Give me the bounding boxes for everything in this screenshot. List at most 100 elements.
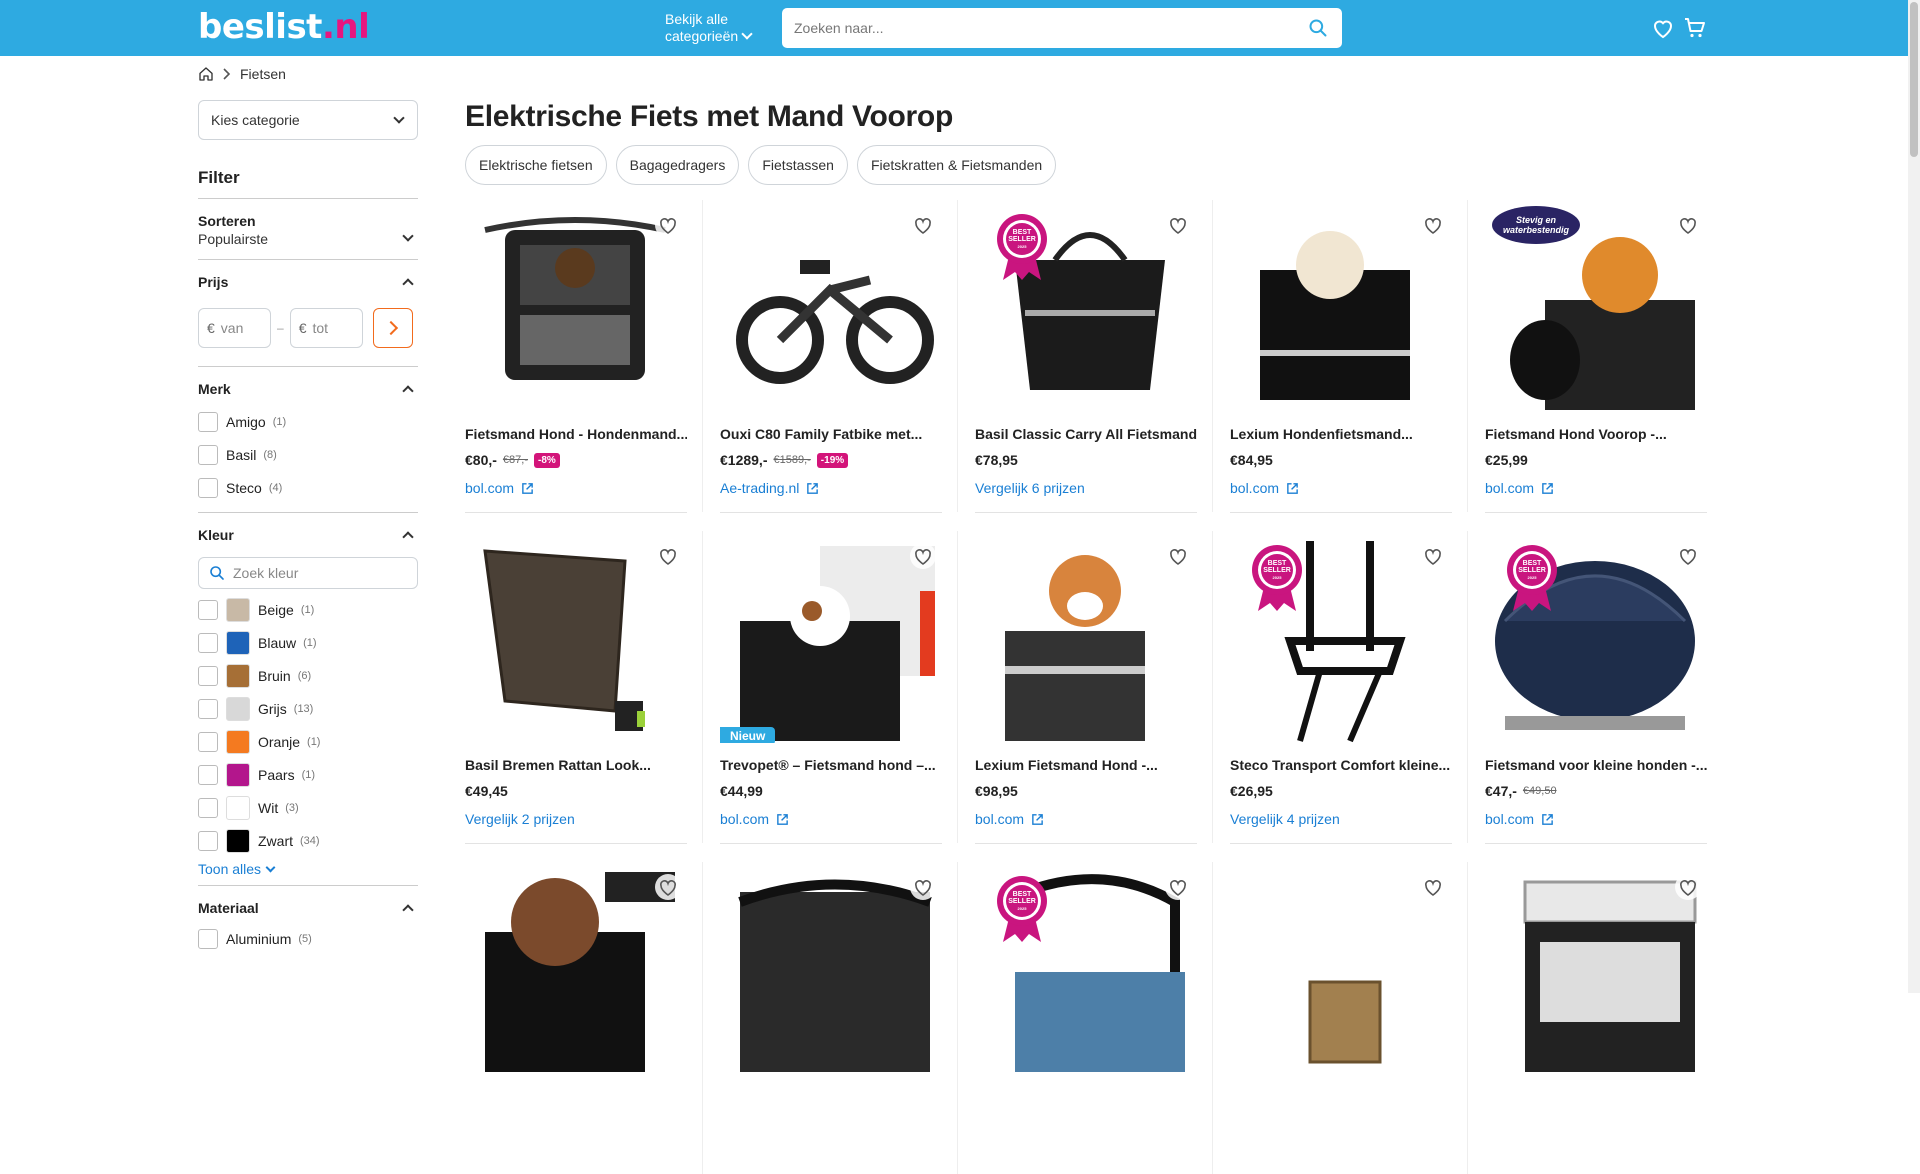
product-image[interactable]: Nieuw: [720, 531, 942, 743]
checkbox[interactable]: [198, 698, 218, 719]
product-name[interactable]: Fietsmand Hond - Hondenmand...: [465, 426, 687, 442]
color-option[interactable]: Blauw (1): [198, 626, 418, 659]
shop-link[interactable]: Vergelijk 2 prijzen: [465, 811, 575, 827]
show-all-colors-link[interactable]: Toon alles: [198, 861, 418, 877]
color-search-input[interactable]: Zoek kleur: [198, 557, 418, 589]
color-option[interactable]: Bruin (6): [198, 659, 418, 692]
shop-link[interactable]: bol.com: [1485, 811, 1554, 827]
heart-icon[interactable]: [910, 212, 936, 238]
product-name[interactable]: Basil Classic Carry All Fietsmand...: [975, 426, 1197, 442]
product-image[interactable]: BEST SELLER 2025: [975, 200, 1197, 412]
product-card[interactable]: [1230, 862, 1468, 1174]
all-categories-button[interactable]: Bekijk alle categorieën: [665, 11, 753, 45]
checkbox[interactable]: [198, 830, 218, 851]
sort-section[interactable]: Sorteren Populairste: [198, 199, 418, 260]
shop-link[interactable]: bol.com: [975, 811, 1044, 827]
product-name[interactable]: Fietsmand Hond Voorop -...: [1485, 426, 1707, 442]
product-card[interactable]: Nieuw Trevopet® – Fietsmand hond –... €44,…: [720, 531, 958, 844]
product-image[interactable]: [465, 862, 687, 1074]
material-header[interactable]: Materiaal: [198, 900, 418, 916]
brand-option[interactable]: Basil (8): [198, 438, 418, 471]
brand-option[interactable]: Amigo (1): [198, 405, 418, 438]
heart-icon[interactable]: [910, 543, 936, 569]
brand-header[interactable]: Merk: [198, 381, 418, 397]
category-chip[interactable]: Fietstassen: [748, 145, 848, 185]
product-card[interactable]: Ouxi C80 Family Fatbike met... €1289,- €15…: [720, 200, 958, 513]
shop-link[interactable]: Ae-trading.nl: [720, 480, 819, 496]
checkbox[interactable]: [198, 632, 218, 653]
price-from-input[interactable]: € van: [198, 308, 271, 348]
color-option[interactable]: Wit (3): [198, 791, 418, 824]
home-icon[interactable]: [198, 66, 214, 82]
heart-icon[interactable]: [1675, 212, 1701, 238]
heart-icon[interactable]: [1420, 543, 1446, 569]
color-header[interactable]: Kleur: [198, 527, 418, 543]
price-header[interactable]: Prijs: [198, 274, 418, 290]
color-option[interactable]: Beige (1): [198, 593, 418, 626]
checkbox[interactable]: [198, 444, 218, 465]
product-image[interactable]: BEST SELLER 2025: [975, 862, 1197, 1074]
product-card[interactable]: [465, 862, 703, 1174]
shop-link[interactable]: bol.com: [1230, 480, 1299, 496]
price-to-input[interactable]: € tot: [289, 308, 363, 348]
product-name[interactable]: Steco Transport Comfort kleine...: [1230, 757, 1452, 773]
checkbox[interactable]: [198, 665, 218, 686]
product-image[interactable]: BEST SELLER 2025: [1485, 531, 1707, 743]
product-image[interactable]: Stevig en waterbestendig: [1485, 200, 1707, 412]
category-chip[interactable]: Fietskratten & Fietsmanden: [856, 145, 1057, 185]
beslist-logo[interactable]: beslist.nl: [198, 8, 370, 46]
product-name[interactable]: Lexium Hondenfietsmand...: [1230, 426, 1452, 442]
product-image[interactable]: [465, 531, 687, 743]
heart-icon[interactable]: [655, 212, 681, 238]
heart-icon[interactable]: [1165, 212, 1191, 238]
product-image[interactable]: [465, 200, 687, 412]
product-name[interactable]: Ouxi C80 Family Fatbike met...: [720, 426, 942, 442]
brand-option[interactable]: Steco (4): [198, 471, 418, 504]
shop-link[interactable]: bol.com: [720, 811, 789, 827]
category-chip[interactable]: Bagagedragers: [615, 145, 740, 185]
heart-icon[interactable]: [1651, 16, 1675, 40]
checkbox[interactable]: [198, 797, 218, 818]
color-option[interactable]: Paars (1): [198, 758, 418, 791]
checkbox[interactable]: [198, 928, 218, 949]
checkbox[interactable]: [198, 411, 218, 432]
product-card[interactable]: BEST SELLER 2025 Basil Classic Carry All Fi…: [975, 200, 1213, 513]
product-card[interactable]: Stevig en waterbestendig Fietsmand Hond V…: [1485, 200, 1707, 513]
product-card[interactable]: Lexium Hondenfietsmand... €84,95 bol.com: [1230, 200, 1468, 513]
heart-icon[interactable]: [1675, 543, 1701, 569]
material-option[interactable]: Aluminium (5): [198, 922, 418, 955]
scrollbar-thumb[interactable]: [1910, 2, 1918, 157]
cart-icon[interactable]: [1683, 16, 1707, 40]
product-image[interactable]: [1230, 862, 1452, 1074]
product-image[interactable]: [720, 862, 942, 1074]
color-option[interactable]: Oranje (1): [198, 725, 418, 758]
heart-icon[interactable]: [1420, 212, 1446, 238]
checkbox[interactable]: [198, 731, 218, 752]
heart-icon[interactable]: [910, 874, 936, 900]
checkbox[interactable]: [198, 477, 218, 498]
category-select[interactable]: Kies categorie: [198, 100, 418, 140]
color-option[interactable]: Zwart (34): [198, 824, 418, 857]
breadcrumb-current[interactable]: Fietsen: [240, 66, 286, 82]
shop-link[interactable]: bol.com: [1485, 480, 1554, 496]
heart-icon[interactable]: [1165, 874, 1191, 900]
product-card[interactable]: Basil Bremen Rattan Look... €49,45 Vergeli…: [465, 531, 703, 844]
product-name[interactable]: Basil Bremen Rattan Look...: [465, 757, 687, 773]
product-name[interactable]: Trevopet® – Fietsmand hond –...: [720, 757, 942, 773]
search-icon[interactable]: [1308, 18, 1328, 38]
product-image[interactable]: [975, 531, 1197, 743]
heart-icon[interactable]: [1675, 874, 1701, 900]
color-option[interactable]: Grijs (13): [198, 692, 418, 725]
heart-icon[interactable]: [655, 543, 681, 569]
product-card[interactable]: Lexium Fietsmand Hond -... €98,95 bol.com: [975, 531, 1213, 844]
shop-link[interactable]: Vergelijk 4 prijzen: [1230, 811, 1340, 827]
product-card[interactable]: [1485, 862, 1707, 1174]
heart-icon[interactable]: [1420, 874, 1446, 900]
shop-link[interactable]: Vergelijk 6 prijzen: [975, 480, 1085, 496]
product-name[interactable]: Lexium Fietsmand Hond -...: [975, 757, 1197, 773]
product-image[interactable]: [720, 200, 942, 412]
category-chip[interactable]: Elektrische fietsen: [465, 145, 607, 185]
product-image[interactable]: [1230, 200, 1452, 412]
product-name[interactable]: Fietsmand voor kleine honden -...: [1485, 757, 1707, 773]
checkbox[interactable]: [198, 599, 218, 620]
